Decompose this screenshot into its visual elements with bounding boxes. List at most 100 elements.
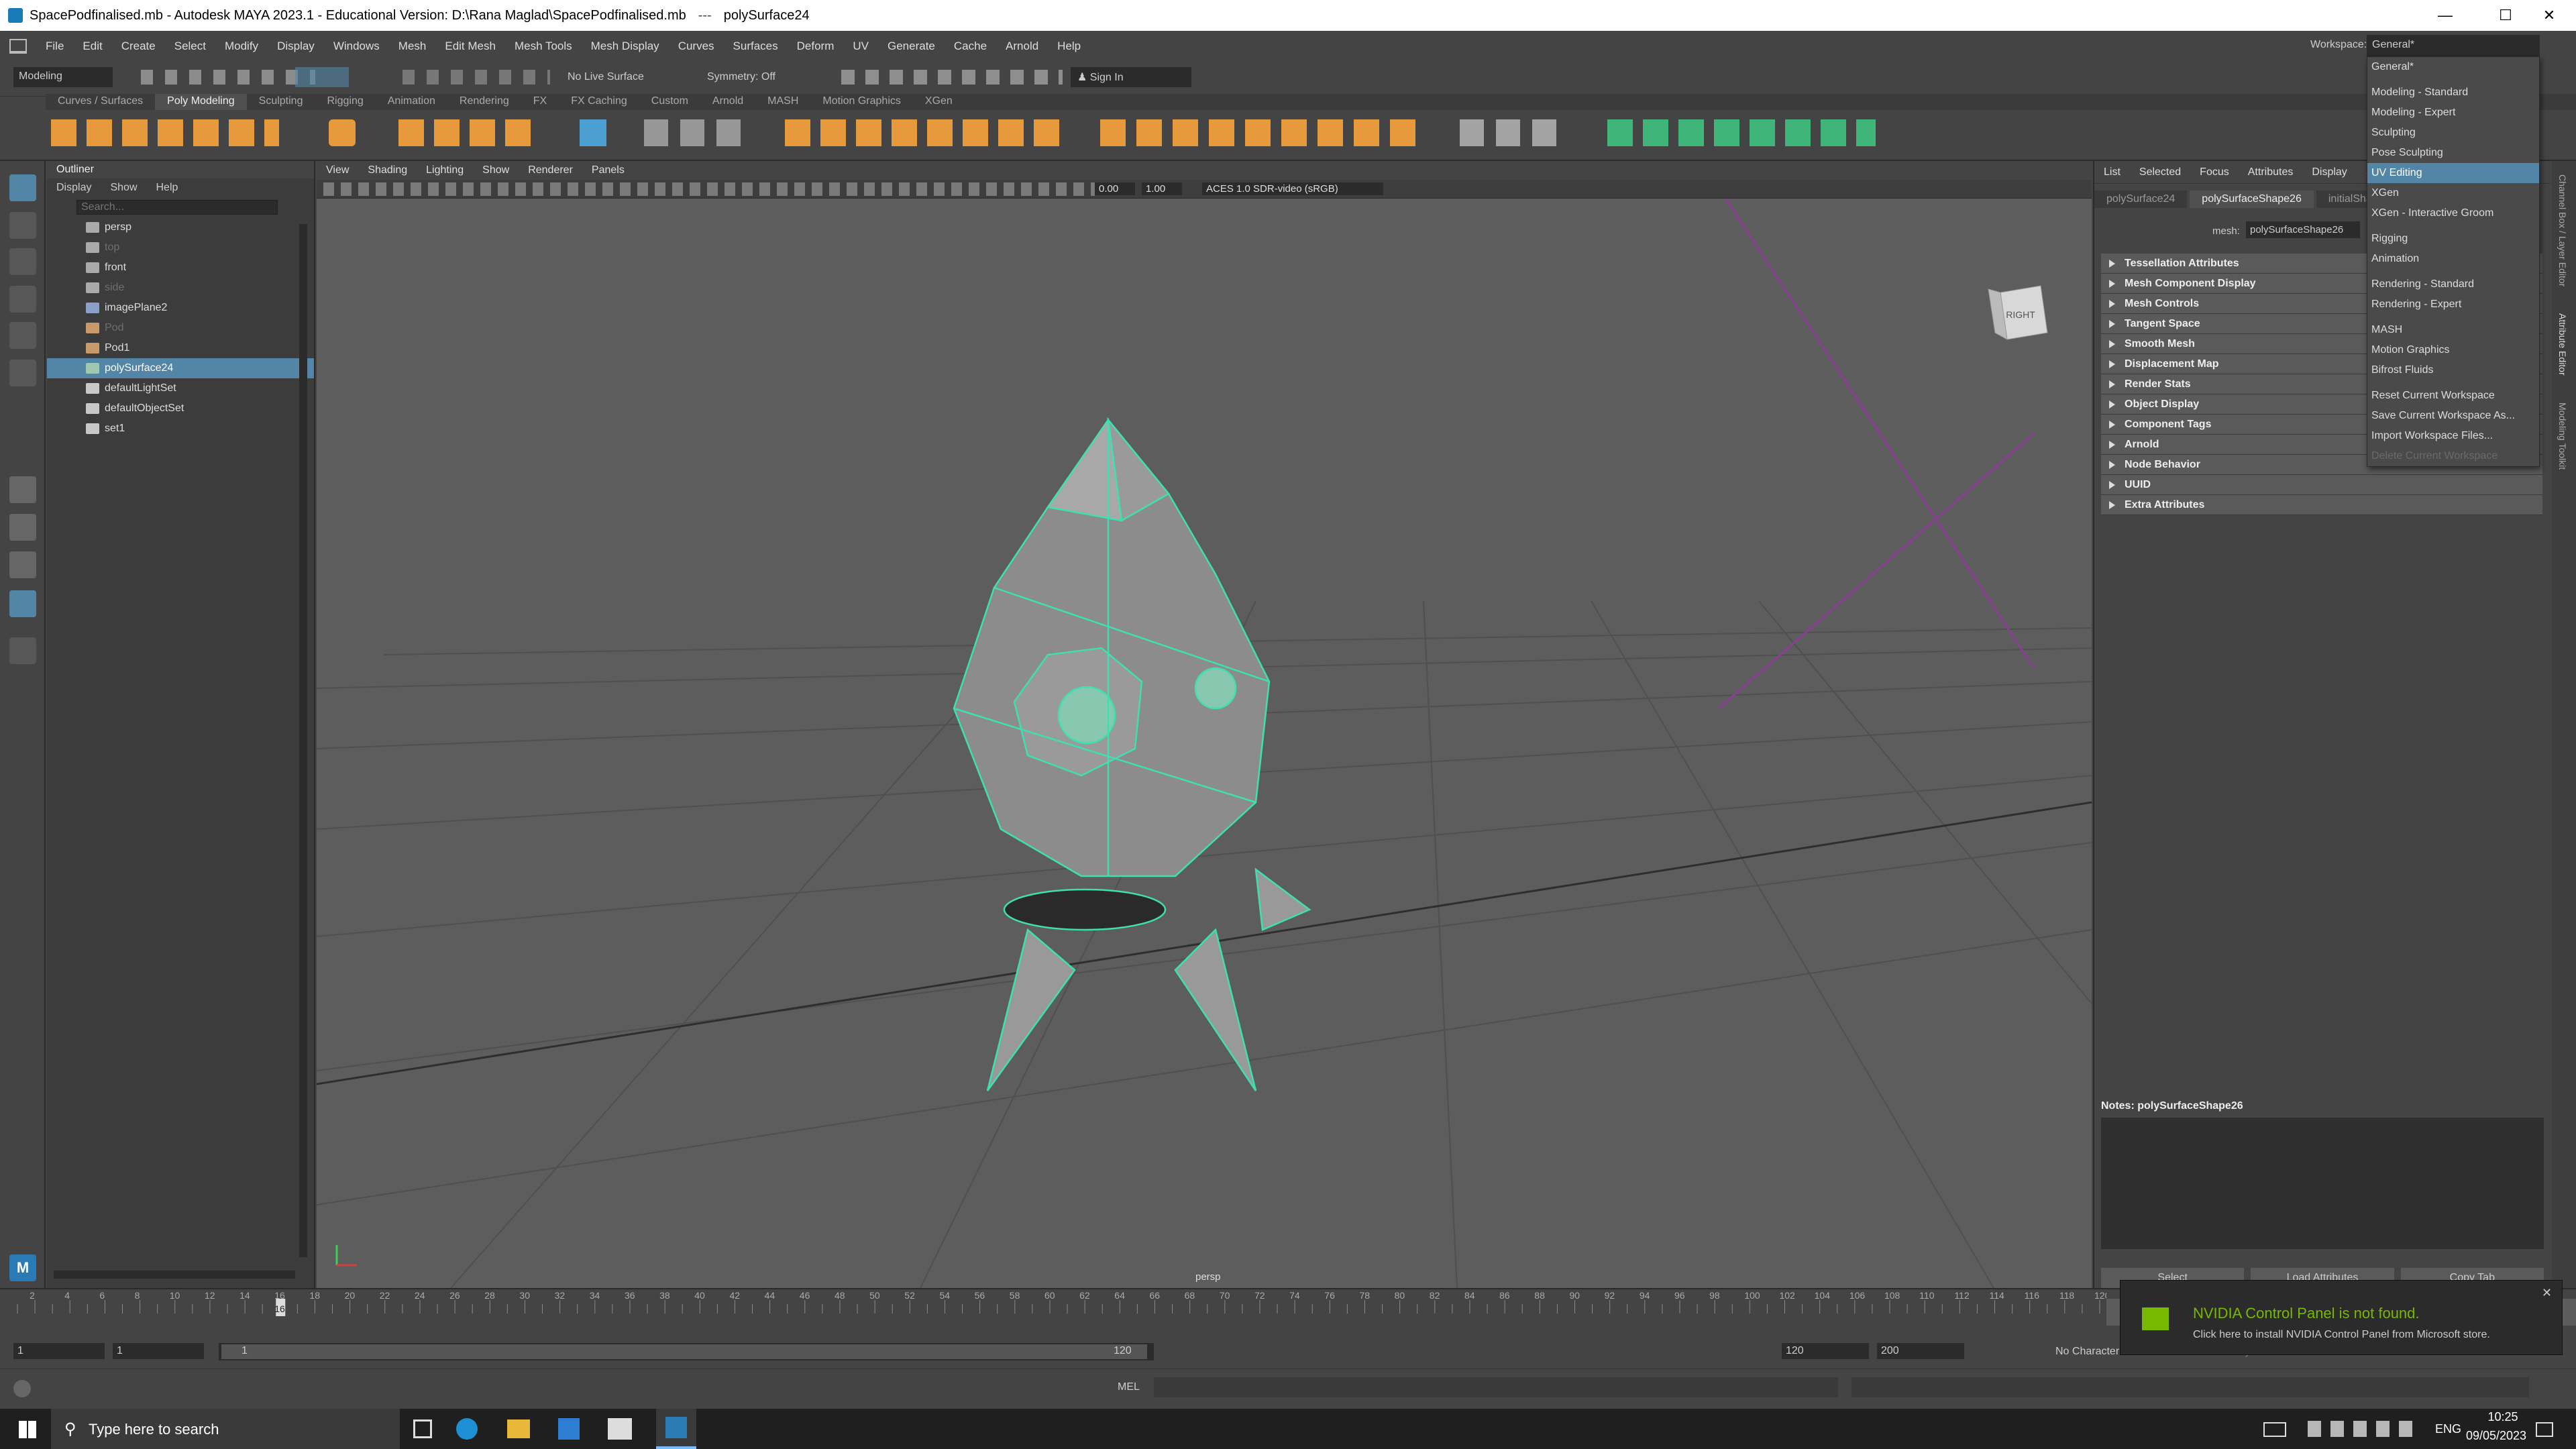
playback-end-field[interactable]: 120 (1782, 1343, 1869, 1359)
zoom-icon[interactable] (9, 637, 36, 664)
file-tools-icons[interactable] (141, 70, 315, 85)
single-perspective-layout-icon[interactable] (9, 476, 36, 503)
time-slider-ruler[interactable]: 2 4 6 8 10 12 14 16 18 20 22 24 26 28 30 32 34 36 38 40 42 44… (0, 1289, 2106, 1336)
symmetry-select[interactable]: Symmetry: Off (707, 71, 775, 83)
windows-start-icon[interactable] (19, 1421, 36, 1438)
select-tool-icon[interactable] (9, 174, 36, 201)
viewport-menu-view[interactable]: View (317, 164, 358, 176)
maya-taskbar-button[interactable] (656, 1409, 696, 1449)
workspace-option-delete-current-workspace[interactable]: Delete Current Workspace (2367, 446, 2539, 466)
nvidia-notification[interactable]: NVIDIA Control Panel is not found. Click… (2120, 1280, 2563, 1355)
move-tool-icon[interactable] (9, 286, 36, 313)
viewport-menu-show[interactable]: Show (473, 164, 519, 176)
sign-in-button[interactable]: ♟ Sign In (1071, 67, 1191, 87)
menu-surfaces[interactable]: Surfaces (724, 40, 788, 53)
menu-mesh-tools[interactable]: Mesh Tools (505, 40, 582, 53)
shelf-tab-animation[interactable]: Animation (376, 94, 447, 110)
outliner-item-defaultobjectset[interactable]: defaultObjectSet (47, 398, 314, 419)
workspace-option-modeling-standard[interactable]: Modeling - Standard (2367, 83, 2539, 103)
outliner-item-top[interactable]: top (47, 237, 314, 258)
clock-time[interactable]: 10:25 (2466, 1410, 2540, 1424)
terminal-icon[interactable] (608, 1418, 632, 1440)
file-explorer-icon[interactable] (507, 1419, 530, 1438)
shelf-tab-fx-caching[interactable]: FX Caching (559, 94, 639, 110)
microsoft-store-icon[interactable] (558, 1418, 580, 1440)
command-input[interactable] (1154, 1377, 1838, 1397)
character-set-select[interactable]: No Character (2055, 1346, 2119, 1358)
attr-menu-attributes[interactable]: Attributes (2239, 166, 2303, 178)
menu-cache[interactable]: Cache (945, 40, 996, 53)
modeling-toolkit-tab[interactable]: Modeling Toolkit (2552, 389, 2573, 483)
outliner-item-set1[interactable]: set1 (47, 419, 314, 439)
menu-display[interactable]: Display (268, 40, 324, 53)
shelf-tab-xgen[interactable]: XGen (913, 94, 965, 110)
shelf-tab-curves-surfaces[interactable]: Curves / Surfaces (46, 94, 155, 110)
viewport-menu-panels[interactable]: Panels (582, 164, 634, 176)
workspace-option-bifrost-fluids[interactable]: Bifrost Fluids (2367, 360, 2539, 380)
uv-editor-icon[interactable] (580, 119, 606, 146)
lasso-tool-icon[interactable] (9, 212, 36, 239)
menu-edit-mesh[interactable]: Edit Mesh (435, 40, 505, 53)
viewport-menu-shading[interactable]: Shading (358, 164, 417, 176)
outliner-item-front[interactable]: front (47, 258, 314, 278)
mesh-edit-icons[interactable] (785, 119, 1067, 146)
outliner-item-imageplane2[interactable]: imagePlane2 (47, 298, 314, 318)
workspace-option-motion-graphics[interactable]: Motion Graphics (2367, 340, 2539, 360)
shelf-tab-fx[interactable]: FX (521, 94, 559, 110)
viewport-scene[interactable]: RIGHT persp (317, 199, 2092, 1288)
mesh-name-field[interactable]: polySurfaceShape26 (2246, 221, 2360, 238)
workspace-option-xgen[interactable]: XGen (2367, 183, 2539, 203)
shelf-tab-rendering[interactable]: Rendering (447, 94, 521, 110)
selection-mask-icons[interactable] (295, 67, 349, 87)
menu-mesh-display[interactable]: Mesh Display (582, 40, 669, 53)
attr-menu-focus[interactable]: Focus (2190, 166, 2239, 178)
viewport-menu-renderer[interactable]: Renderer (519, 164, 582, 176)
menu-mesh[interactable]: Mesh (389, 40, 436, 53)
task-view-icon[interactable] (413, 1419, 432, 1438)
attr-tab-polysurface24[interactable]: polySurface24 (2094, 191, 2188, 208)
scale-tool-icon[interactable] (9, 360, 36, 386)
workspace-option-save-current-workspace-as-[interactable]: Save Current Workspace As... (2367, 406, 2539, 426)
clock-date[interactable]: 09/05/2023 (2453, 1429, 2540, 1443)
start-time-field[interactable]: 1 (13, 1343, 105, 1359)
workspace-select[interactable]: General* (2367, 35, 2540, 56)
menu-select[interactable]: Select (165, 40, 215, 53)
channel-box-tab[interactable]: Channel Box / Layer Editor (2552, 161, 2573, 300)
menu-edit[interactable]: Edit (73, 40, 111, 53)
attr-menu-selected[interactable]: Selected (2130, 166, 2190, 178)
attr-menu-display[interactable]: Display (2302, 166, 2356, 178)
polygon-tools-icons[interactable] (1100, 119, 1422, 146)
rotate-tool-icon[interactable] (9, 322, 36, 349)
viewport-panel[interactable]: View Shading Lighting Show Renderer Panels 0.… (317, 161, 2092, 1288)
outliner-menu-show[interactable]: Show (101, 182, 146, 194)
color-space-select[interactable]: ACES 1.0 SDR-video (sRGB) (1202, 182, 1383, 195)
mode-select[interactable]: Modeling (13, 67, 113, 87)
text-svg-icons[interactable] (398, 119, 539, 146)
menu-generate[interactable]: Generate (878, 40, 945, 53)
menu-curves[interactable]: Curves (669, 40, 724, 53)
help-icon[interactable] (13, 1380, 31, 1397)
outliner-menu-help[interactable]: Help (147, 182, 188, 194)
range-slider[interactable]: 1 120 (219, 1343, 1154, 1360)
outliner-layout-icon[interactable] (9, 590, 36, 617)
workspace-option-uv-editing[interactable]: UV Editing (2367, 163, 2539, 183)
shelf-tab-motion-graphics[interactable]: Motion Graphics (810, 94, 913, 110)
attr-section-extra-attributes[interactable]: Extra Attributes (2101, 495, 2542, 515)
attr-menu-list[interactable]: List (2094, 166, 2130, 178)
workspace-option-mash[interactable]: MASH (2367, 320, 2539, 340)
attribute-editor-tab[interactable]: Attribute Editor (2552, 300, 2573, 389)
notes-textarea[interactable] (2101, 1118, 2544, 1249)
attr-tab-polysurfaceshape26[interactable]: polySurfaceShape26 (2190, 191, 2314, 208)
outliner-menu-display[interactable]: Display (47, 182, 101, 194)
viewport-tool-icons[interactable] (323, 182, 1095, 196)
keyboard-icon[interactable] (2263, 1422, 2286, 1437)
poly-primitives-icons[interactable] (51, 119, 279, 146)
shelf-tab-poly-modeling[interactable]: Poly Modeling (155, 94, 247, 110)
shelf-tab-custom[interactable]: Custom (639, 94, 700, 110)
sculpt-tools-icons[interactable] (1460, 119, 1560, 146)
uv-tools-icons[interactable] (1607, 119, 1876, 146)
menu-windows[interactable]: Windows (324, 40, 389, 53)
close-button[interactable]: ✕ (2522, 0, 2576, 31)
home-icon[interactable] (9, 39, 27, 54)
system-tray-icons[interactable] (2308, 1421, 2422, 1437)
